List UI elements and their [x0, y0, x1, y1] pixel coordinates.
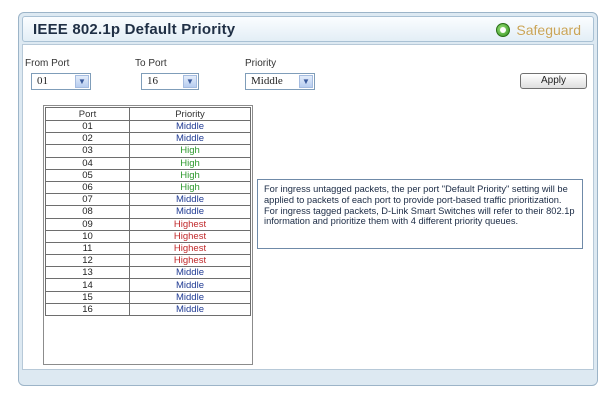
column-header-priority: Priority — [129, 107, 251, 121]
priority-cell: Middle — [129, 205, 251, 219]
port-cell: 08 — [45, 205, 130, 219]
info-text-tagged: For ingress tagged packets, D-Link Smart… — [264, 205, 575, 227]
to-port-select[interactable]: 16 ▼ — [141, 73, 199, 90]
port-cell: 11 — [45, 241, 130, 256]
panel-header: IEEE 802.1p Default Priority Safeguard — [22, 16, 594, 42]
table-row: 14 Middle — [45, 278, 251, 292]
to-port-value: 16 — [147, 75, 158, 87]
priority-cell: Highest — [129, 229, 251, 243]
priority-label: Priority — [245, 58, 277, 69]
priority-cell: Middle — [129, 132, 251, 146]
port-cell: 12 — [45, 254, 130, 268]
priority-cell: Middle — [129, 302, 251, 317]
port-cell: 02 — [45, 132, 130, 146]
safeguard-indicator: Safeguard — [496, 21, 581, 39]
table-row: 03 High — [45, 144, 251, 158]
port-cell: 16 — [45, 302, 130, 317]
table-row: 15 Middle — [45, 290, 251, 304]
table-row: 12 Highest — [45, 254, 251, 268]
port-cell: 15 — [45, 290, 130, 304]
table-row: 08 Middle — [45, 205, 251, 219]
port-priority-table: Port Priority 01 Middle 02 Middle 03 High 04 Hi… — [43, 105, 253, 365]
table-body: 01 Middle 02 Middle 03 High 04 High 05 High 06 High… — [45, 119, 251, 317]
content-area: From Port 01 ▼ To Port 16 ▼ Priority Mid… — [22, 44, 594, 370]
port-cell: 01 — [45, 119, 130, 134]
apply-button[interactable]: Apply — [520, 73, 587, 89]
table-row: 02 Middle — [45, 132, 251, 146]
port-cell: 09 — [45, 217, 130, 231]
status-circle-icon — [496, 23, 511, 37]
priority-cell: Highest — [129, 254, 251, 268]
table-row: 07 Middle — [45, 193, 251, 207]
priority-cell: High — [129, 168, 251, 182]
port-cell: 03 — [45, 144, 130, 158]
table-row: 10 Highest — [45, 229, 251, 243]
priority-cell: Middle — [129, 193, 251, 207]
from-port-value: 01 — [37, 75, 48, 87]
chevron-down-icon[interactable]: ▼ — [183, 75, 197, 88]
info-text-untagged: For ingress untagged packets, the per po… — [264, 184, 568, 205]
priority-table: Port Priority 01 Middle 02 Middle 03 High 04 Hi… — [45, 107, 251, 317]
port-cell: 04 — [45, 156, 130, 170]
column-header-port: Port — [45, 107, 130, 121]
priority-cell: Middle — [129, 290, 251, 304]
table-row: 04 High — [45, 156, 251, 170]
priority-cell: High — [129, 144, 251, 158]
priority-cell: High — [129, 156, 251, 170]
table-row: 11 Highest — [45, 241, 251, 256]
priority-cell: High — [129, 180, 251, 195]
port-cell: 14 — [45, 278, 130, 292]
from-port-select[interactable]: 01 ▼ — [31, 73, 91, 90]
priority-select[interactable]: Middle ▼ — [245, 73, 315, 90]
port-cell: 10 — [45, 229, 130, 243]
port-cell: 07 — [45, 193, 130, 207]
priority-value: Middle — [251, 75, 283, 87]
chevron-down-icon[interactable]: ▼ — [299, 75, 313, 88]
priority-cell: Highest — [129, 241, 251, 256]
chevron-down-icon[interactable]: ▼ — [75, 75, 89, 88]
from-port-label: From Port — [25, 58, 70, 69]
port-cell: 13 — [45, 266, 130, 280]
priority-cell: Highest — [129, 217, 251, 231]
to-port-label: To Port — [135, 58, 167, 69]
priority-cell: Middle — [129, 278, 251, 292]
priority-cell: Middle — [129, 119, 251, 134]
table-row: 06 High — [45, 180, 251, 195]
page-title: IEEE 802.1p Default Priority — [33, 21, 236, 38]
port-cell: 06 — [45, 180, 130, 195]
table-row: 01 Middle — [45, 119, 251, 134]
table-row: 16 Middle — [45, 302, 251, 317]
table-row: 05 High — [45, 168, 251, 182]
port-cell: 05 — [45, 168, 130, 182]
table-row: 13 Middle — [45, 266, 251, 280]
table-row: 09 Highest — [45, 217, 251, 231]
priority-cell: Middle — [129, 266, 251, 280]
info-box: For ingress untagged packets, the per po… — [257, 179, 583, 249]
safeguard-label: Safeguard — [516, 22, 581, 38]
